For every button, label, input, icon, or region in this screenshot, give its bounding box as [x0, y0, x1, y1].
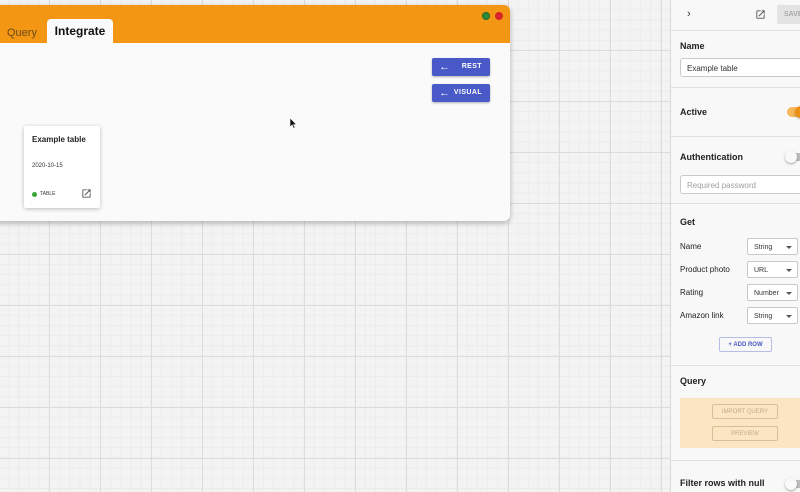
status-dot-icon [32, 191, 37, 197]
divider [671, 460, 800, 461]
table-card-title: Example table [32, 135, 86, 144]
visual-button[interactable]: ← VISUAL [432, 84, 490, 102]
arrow-left-icon: ← [439, 87, 451, 99]
table-card-date: 2020-10-15 [32, 163, 63, 169]
divider [671, 87, 800, 88]
integration-card: Query Integrate ← REST ← VISUAL Example … [0, 5, 510, 221]
divider [671, 203, 800, 204]
caret-down-icon [786, 246, 792, 249]
toggle-knob [785, 151, 797, 163]
get-row-label: Product photo [680, 265, 730, 274]
name-input[interactable]: Example table [680, 58, 800, 77]
type-select-value: String [754, 313, 773, 320]
plus-icon: + [728, 342, 732, 348]
preview-button[interactable]: PREVIEW [712, 426, 778, 441]
caret-down-icon [786, 315, 792, 318]
query-section-title: Query [680, 376, 707, 386]
divider [671, 136, 800, 137]
type-select[interactable]: String [747, 307, 798, 324]
type-select[interactable]: URL [747, 261, 798, 278]
get-row-label: Rating [680, 288, 704, 297]
rest-button-label: REST [461, 63, 482, 70]
save-button[interactable]: SAVE [777, 5, 800, 24]
toggle-knob [795, 106, 800, 118]
delete-icon[interactable] [495, 12, 503, 20]
active-toggle[interactable] [787, 106, 800, 118]
mouse-cursor-icon [290, 118, 298, 129]
visual-button-label: VISUAL [453, 89, 482, 96]
filter-null-toggle[interactable] [785, 478, 800, 490]
open-external-icon[interactable] [81, 188, 92, 199]
status-label: TABLE [40, 191, 56, 197]
caret-down-icon [786, 292, 792, 295]
chevron-right-icon[interactable]: › [687, 8, 691, 20]
tab-query[interactable]: Query [7, 27, 37, 39]
toggle-knob [785, 478, 797, 490]
name-section-title: Name [680, 41, 705, 51]
type-select-value: String [754, 244, 773, 251]
divider [671, 365, 800, 366]
status-badge: TABLE [32, 191, 55, 197]
type-select[interactable]: Number [747, 284, 798, 301]
divider [671, 30, 800, 31]
settings-panel: › SAVE Name Example table Active Authent… [670, 0, 800, 492]
active-label: Active [680, 107, 708, 117]
get-row-label: Name [680, 242, 702, 251]
arrow-left-icon: ← [439, 61, 451, 73]
bug-icon[interactable] [482, 12, 490, 20]
caret-down-icon [786, 269, 792, 272]
type-select[interactable]: String [747, 238, 798, 255]
panel-toolbar: › SAVE [671, 0, 800, 30]
authentication-label: Authentication [680, 152, 743, 162]
table-card[interactable]: Example table 2020-10-15 TABLE [24, 126, 100, 208]
import-query-button[interactable]: IMPORT QUERY [712, 404, 778, 419]
tab-integrate[interactable]: Integrate [47, 19, 113, 43]
type-select-value: URL [754, 267, 769, 274]
add-row-label: ADD ROW [733, 342, 763, 348]
password-input[interactable]: Required password [680, 175, 800, 194]
authentication-toggle[interactable] [785, 151, 800, 163]
open-external-icon[interactable] [755, 9, 766, 20]
get-row-label: Amazon link [680, 311, 724, 320]
filter-null-label: Filter rows with null [680, 478, 765, 488]
add-row-button[interactable]: + ADD ROW [719, 337, 772, 352]
get-section-title: Get [680, 217, 696, 227]
rest-button[interactable]: ← REST [432, 58, 490, 76]
type-select-value: Number [754, 290, 779, 297]
